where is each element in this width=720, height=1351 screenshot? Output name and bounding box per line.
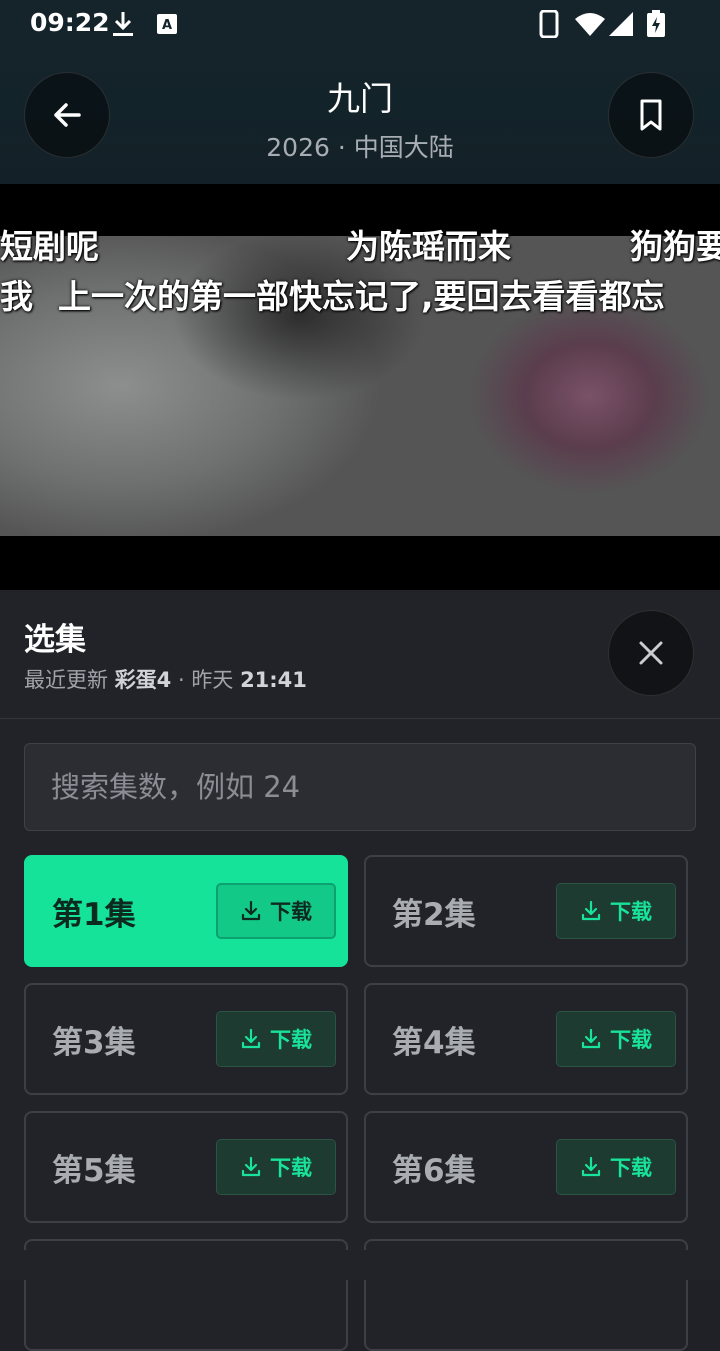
episode-panel: 选集 最近更新 彩蛋4 · 昨天 21:41 第1集下载第2集下载第3集下载第4… (0, 590, 720, 1351)
download-icon (581, 1156, 601, 1177)
update-day: 昨天 (191, 668, 234, 692)
latest-episode: 彩蛋4 (114, 668, 172, 692)
download-button[interactable]: 下载 (216, 1139, 336, 1195)
episode-label: 第2集 (392, 897, 476, 933)
download-label: 下载 (610, 900, 652, 924)
download-button[interactable]: 下载 (216, 1011, 336, 1067)
danmaku-comment: 为陈瑶而来 (346, 227, 511, 266)
wifi-icon (574, 10, 606, 38)
danmaku-comment: 上一次的第一部快忘记了,要回去看看都忘 (58, 277, 665, 316)
svg-text:A: A (162, 18, 172, 33)
phone-icon (538, 10, 560, 38)
download-icon (581, 900, 601, 921)
download-button[interactable]: 下载 (556, 1011, 676, 1067)
update-time: 21:41 (240, 668, 307, 692)
download-label: 下载 (270, 1028, 312, 1052)
download-label: 下载 (610, 1156, 652, 1180)
danmaku-comment: 短剧呢 (0, 227, 99, 266)
download-label: 下载 (270, 900, 312, 924)
episode-label: 第1集 (52, 897, 136, 933)
download-icon (241, 1156, 261, 1177)
divider (0, 718, 720, 719)
download-button[interactable]: 下载 (216, 883, 336, 939)
close-button[interactable] (608, 610, 694, 696)
status-time: 09:22 (30, 8, 110, 37)
episode-label: 第3集 (52, 1025, 136, 1061)
episode-search (24, 743, 696, 831)
signal-icon (608, 10, 634, 38)
bookmark-button[interactable] (608, 72, 694, 158)
video-player[interactable]: 短剧呢 为陈瑶而来 狗狗要 我 上一次的第一部快忘记了,要回去看看都忘 (0, 184, 720, 590)
episode-label: 第5集 (52, 1153, 136, 1189)
battery-icon (646, 10, 666, 38)
danmaku-comment: 我 (0, 277, 33, 316)
danmaku-comment: 狗狗要 (630, 227, 720, 266)
separator: · (178, 668, 185, 692)
close-icon (639, 641, 663, 665)
episode-card[interactable]: 第3集 下载 (24, 983, 348, 1095)
download-label: 下载 (610, 1028, 652, 1052)
keyboard-status-icon: A (156, 10, 178, 38)
episode-label: 第4集 (392, 1025, 476, 1061)
bottom-edge (0, 1250, 720, 1280)
update-prefix: 最近更新 (24, 668, 108, 692)
bookmark-icon (640, 99, 662, 131)
download-status-icon (110, 10, 136, 38)
download-button[interactable]: 下载 (556, 883, 676, 939)
episode-card[interactable]: 第4集 下载 (364, 983, 688, 1095)
download-icon (241, 1028, 261, 1049)
episode-label: 第6集 (392, 1153, 476, 1189)
download-icon (241, 900, 261, 921)
episode-card[interactable]: 第1集 下载 (24, 855, 348, 967)
episode-card[interactable]: 第6集 下载 (364, 1111, 688, 1223)
status-bar: 09:22 A (0, 0, 720, 48)
download-icon (581, 1028, 601, 1049)
panel-title: 选集 (24, 622, 86, 658)
app-header: 九门 2026 · 中国大陆 (0, 48, 720, 184)
episode-card[interactable]: 第2集 下载 (364, 855, 688, 967)
episode-card[interactable]: 第5集 下载 (24, 1111, 348, 1223)
download-button[interactable]: 下载 (556, 1139, 676, 1195)
update-info: 最近更新 彩蛋4 · 昨天 21:41 (24, 664, 307, 694)
episode-search-input[interactable] (25, 744, 695, 830)
download-label: 下载 (270, 1156, 312, 1180)
